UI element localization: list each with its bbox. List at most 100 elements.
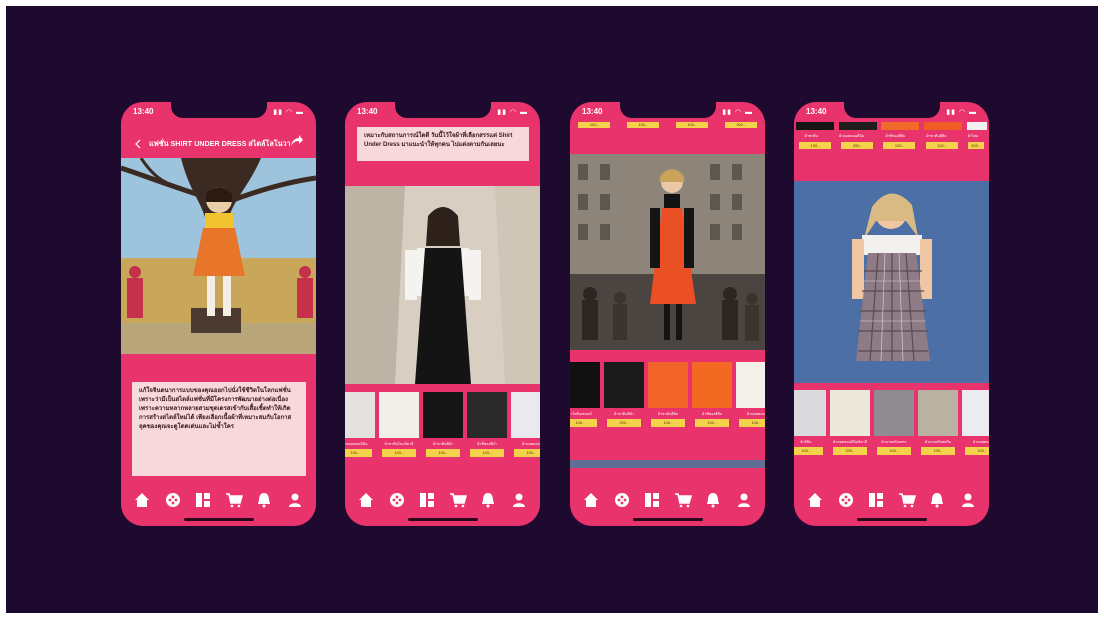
fabric-swatch-caption: ผ้าซาตินสีดำ [433,442,453,446]
bell-icon [931,493,944,508]
tab-apps[interactable] [386,489,408,511]
tab-notifications[interactable] [926,489,948,511]
article-body-text: แก้ใจจินตนาการแบบของคุณออกไปนั่งใช้ชีวิต… [132,382,306,476]
fabric-swatch-caption: ผ้าลายสก๊อตเทา [881,440,907,444]
fabric-swatch-caption: ผ้าลายสก๊อตครีม [924,440,951,444]
tab-apps[interactable] [835,489,857,511]
fabric-swatch-card[interactable]: ผ้าซาตินสีส้ม 100.- [648,362,688,427]
fabric-swatch-caption: ผ้าคอตตอน [973,440,989,444]
status-time: 13:40 [582,107,603,116]
bottom-tab-bar [570,488,765,512]
home-indicator [183,518,254,521]
tab-apps[interactable] [162,489,184,511]
phone-screen-article: 13:40 ▮▮ ◠ ▬ แฟชั่น SHIRT UNDER DRESS สไ… [121,102,316,526]
share-button[interactable] [290,134,304,148]
tab-home[interactable] [131,489,153,511]
tab-categories[interactable] [865,489,887,511]
fabric-swatch-price: 200.- [833,447,867,455]
fabric-swatch-card[interactable]: ผ้าลายสก๊อตครีม 100.- [918,390,958,455]
fabric-swatch-image [570,362,600,408]
tab-categories[interactable] [416,489,438,511]
fabric-swatch-image [511,392,540,438]
tab-home[interactable] [355,489,377,511]
swatch-thumb[interactable] [881,122,920,130]
tab-categories[interactable] [641,489,663,511]
tab-notifications[interactable] [702,489,724,511]
categories-icon [196,493,211,507]
fabric-swatch-card[interactable]: ผ้าชีฟองสีดำ 100.- [467,392,507,457]
swatch-caption: ผ้าชีฟองสีส้ม [885,134,906,138]
status-bar: 13:40 ▮▮ ◠ ▬ [345,107,540,119]
fabric-swatch-card[interactable]: ผ้าซาตินสีดำ 100.- [423,392,463,457]
intro-text: เหมาะกับสถานการณ์ใดดี วันนี้ไว้ใจผ้าที่เ… [357,127,529,161]
fabric-swatch-caption: ผ้าซาตินไหมอิตาลี [384,442,414,446]
swatch-thumb[interactable] [966,122,987,130]
price-tag: 100.- [799,142,832,149]
tab-cart[interactable] [672,489,694,511]
share-icon [291,135,303,146]
tab-notifications[interactable] [477,489,499,511]
article-title: แฟชั่น SHIRT UNDER DRESS สไตล์โลโนวา [149,139,291,148]
fabric-swatch-card[interactable]: ผ้าลินิน 100.- [794,390,826,455]
signal-wifi-battery-icon: ▮▮ ◠ ▬ [497,109,528,116]
tab-home[interactable] [804,489,826,511]
home-icon [359,493,374,507]
fabric-swatch-image [467,392,507,438]
bell-icon [482,493,495,508]
tab-profile[interactable] [957,489,979,511]
tab-profile[interactable] [284,489,306,511]
tab-cart[interactable] [447,489,469,511]
swatch-thumb[interactable] [796,122,835,130]
fabric-swatch-price: 100.- [345,449,372,457]
bottom-tab-bar [794,488,989,512]
tab-notifications[interactable] [253,489,275,511]
fabric-swatch-card[interactable]: ผ้าคอตตอน 100.- [736,362,765,427]
home-indicator [407,518,478,521]
fabric-swatch-card[interactable]: ผ้าโพลีเอสเตอร์ 100.- [570,362,600,427]
price-tag: 100.- [675,122,708,128]
swatch-thumb[interactable] [924,122,963,130]
apps-icon [614,493,629,507]
fabric-swatch-caption: ผ้าลินิน [800,440,812,444]
top-price-row: 100.- 200.- 100.- 100.- 300.- [794,142,989,149]
fabric-swatch-image [604,362,644,408]
fabric-swatch-image [648,362,688,408]
tab-cart[interactable] [896,489,918,511]
back-button[interactable] [133,136,145,149]
price-tag: 100.- [627,122,660,128]
fabric-swatch-image [918,390,958,436]
fabric-swatch-card[interactable]: ผ้าซาตินไหมอิตาลี 100.- [379,392,419,457]
tab-home[interactable] [580,489,602,511]
fabric-swatch-card[interactable]: ผ้าลายสก๊อตเทา 100.- [874,390,914,455]
fabric-swatch-image [874,390,914,436]
fabric-swatch-image [736,362,765,408]
tab-apps[interactable] [611,489,633,511]
fabric-swatch-card[interactable]: ผ้าซาตินสีดำ 200.- [604,362,644,427]
price-tag: 100.- [925,142,958,149]
price-tag: 300.- [967,142,984,149]
fabric-swatch-card[interactable]: ผ้าคอตตอน 100.- [511,392,540,457]
fabric-swatch-image [423,392,463,438]
swatch-thumb[interactable] [838,122,877,130]
swatch-caption: ผ้าซาติน [804,134,818,138]
tab-profile[interactable] [508,489,530,511]
tab-categories[interactable] [192,489,214,511]
profile-icon [961,493,974,507]
fabric-swatch-caption: ผ้าคอตตอน [747,412,765,416]
fabric-swatch-card[interactable]: ผ้าชีฟองสีส้ม 100.- [692,362,732,427]
fabric-swatch-card[interactable]: ผ้าคอตตอนลินิน 100.- [345,392,375,457]
fabric-swatch-image [794,390,826,436]
fabric-swatch-card[interactable]: ผ้าคอตตอนลินินอิตาลี 200.- [830,390,870,455]
fabric-swatch-price: 100.- [382,449,416,457]
fabric-swatch-price: 100.- [470,449,504,457]
swatch-caption: ผ้าซาตินสีส้ม [926,134,947,138]
fabric-swatch-card[interactable]: ผ้าคอตตอน 100.- [962,390,989,455]
home-icon [584,493,599,507]
tab-profile[interactable] [733,489,755,511]
fabric-swatch-caption: ผ้าซาตินสีดำ [614,412,634,416]
price-tag: 100.- [578,122,611,128]
tab-cart[interactable] [223,489,245,511]
fabric-swatch-price: 100.- [877,447,911,455]
cart-icon [674,493,692,508]
apps-icon [838,493,853,507]
